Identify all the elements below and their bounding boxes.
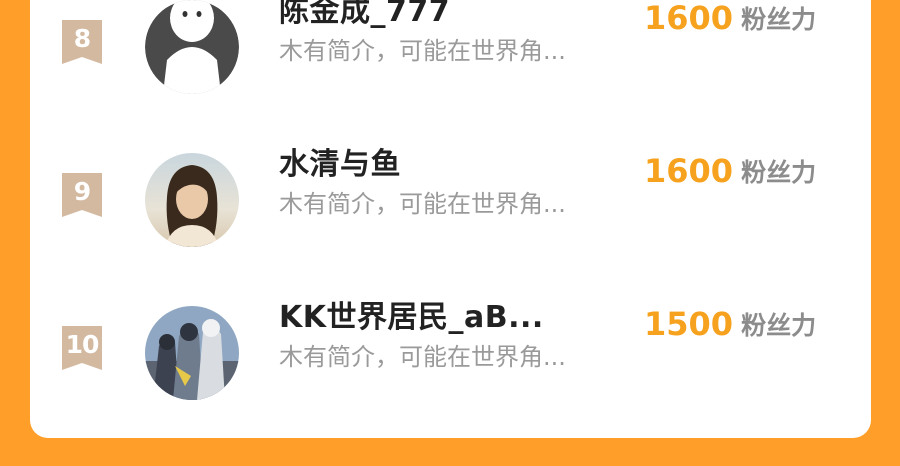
user-bio: 木有简介，可能在世界角... [279,343,566,371]
fan-score: 1500 粉丝力 [644,305,816,343]
rank-number: 9 [73,177,91,206]
fan-score: 1600 粉丝力 [644,152,816,190]
rank-badge: 8 [62,20,102,64]
avatar[interactable] [145,306,239,400]
score-unit: 粉丝力 [741,158,817,187]
rank-number: 10 [65,330,100,359]
user-name[interactable]: KK世界居民_aB... [279,292,544,336]
avatar[interactable] [145,153,239,247]
photo-avatar-icon [145,153,239,247]
ghost-avatar-icon [145,0,239,94]
score-value: 1600 [644,0,734,37]
user-name[interactable]: 水清与鱼 [279,139,401,183]
score-value: 1600 [644,152,734,190]
rank-badge: 9 [62,173,102,217]
rank-row[interactable]: 9 水清与鱼 木有简介，可能在世界角... 1600 粉丝力 [30,147,871,273]
rank-number: 8 [73,24,91,53]
user-bio: 木有简介，可能在世界角... [279,190,566,218]
ranking-card: 8 陈金成_777 木有简介，可能在世界角... 1600 粉丝力 9 水清与鱼… [30,0,871,438]
score-unit: 粉丝力 [741,311,817,340]
rank-badge: 10 [62,326,102,370]
game-avatar-icon [145,306,239,400]
score-value: 1500 [644,305,734,343]
user-bio: 木有简介，可能在世界角... [279,37,566,65]
rank-row[interactable]: 10 KK世界居民_aB... 木有简介，可能在世界角... 1500 粉丝力 [30,300,871,426]
avatar[interactable] [145,0,239,94]
fan-score: 1600 粉丝力 [644,0,816,37]
score-unit: 粉丝力 [741,5,817,34]
rank-row[interactable]: 8 陈金成_777 木有简介，可能在世界角... 1600 粉丝力 [30,0,871,120]
user-name[interactable]: 陈金成_777 [279,0,450,30]
